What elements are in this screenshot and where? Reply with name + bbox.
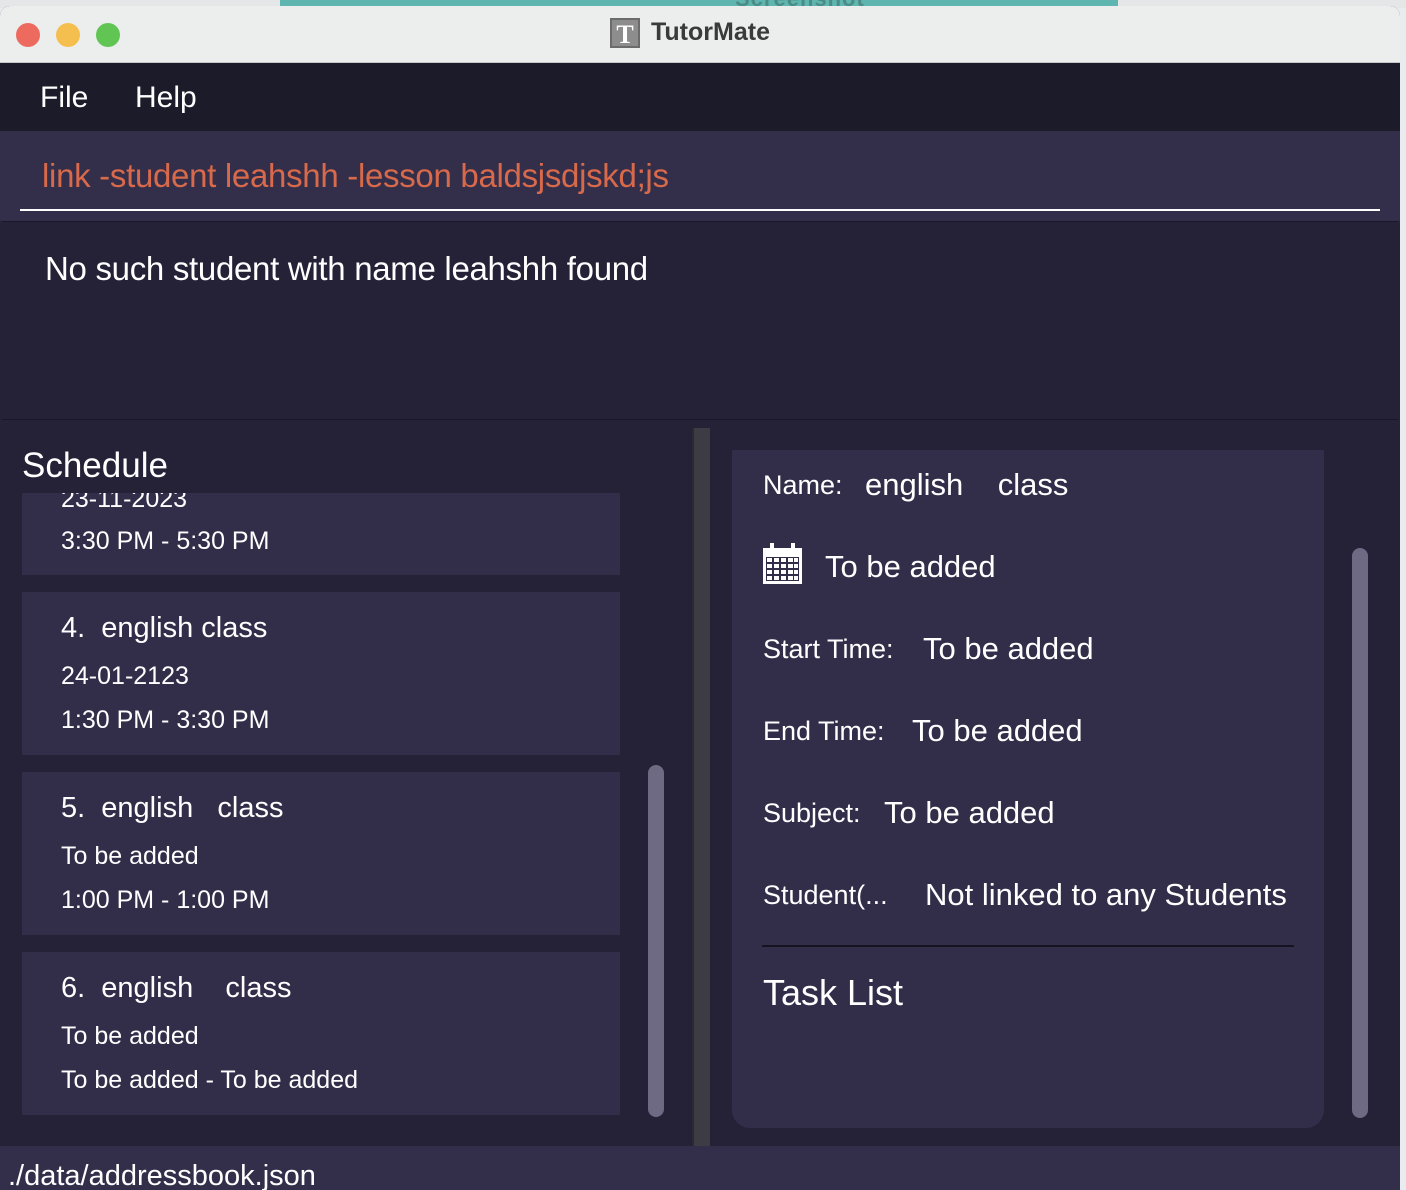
close-window-button[interactable]: [16, 23, 40, 47]
name-label: Name:: [763, 470, 843, 500]
lesson-detail-panel: Name: english class To be added Start Ti…: [732, 450, 1324, 1128]
schedule-card[interactable]: 23-11-2023 3:30 PM - 5:30 PM: [22, 493, 620, 575]
schedule-card-date: 23-11-2023: [61, 493, 188, 513]
end-time-label: End Time:: [763, 716, 885, 746]
menu-file[interactable]: File: [40, 81, 88, 115]
schedule-card-time: 1:00 PM - 1:00 PM: [61, 886, 270, 914]
window-title: TutorMate: [651, 18, 770, 46]
subject-value: To be added: [884, 795, 1055, 830]
schedule-card-time: 3:30 PM - 5:30 PM: [61, 527, 270, 555]
split-pane-divider[interactable]: [692, 428, 710, 1149]
calendar-icon: [762, 543, 803, 590]
students-label: Student(...: [763, 880, 888, 910]
schedule-card[interactable]: 5. english class To be added 1:00 PM - 1…: [22, 772, 620, 935]
date-value: To be added: [825, 549, 996, 584]
title-bar: T TutorMate: [0, 6, 1400, 63]
schedule-card-title: 6. english class: [61, 972, 292, 1004]
schedule-title: Schedule: [22, 446, 168, 485]
command-box[interactable]: link -student leahshh -lesson baldsjsdjs…: [0, 131, 1400, 221]
start-time-value: To be added: [923, 631, 1094, 666]
end-time-value: To be added: [912, 713, 1083, 748]
maximize-window-button[interactable]: [96, 23, 120, 47]
detail-scrollbar[interactable]: [1352, 548, 1368, 1118]
save-file-path: ./data/addressbook.json: [8, 1160, 316, 1190]
command-input-underline: [20, 209, 1380, 211]
schedule-list[interactable]: 23-11-2023 3:30 PM - 5:30 PM 4. english …: [22, 493, 620, 1129]
schedule-card[interactable]: 4. english class 24-01-2123 1:30 PM - 3:…: [22, 592, 620, 755]
schedule-card[interactable]: 6. english class To be added To be added…: [22, 952, 620, 1115]
main-panel: Schedule 23-11-2023 3:30 PM - 5:30 PM 4.…: [0, 420, 1400, 1149]
schedule-card-date: 24-01-2123: [61, 662, 189, 690]
schedule-card-date: To be added: [61, 842, 199, 870]
name-value: english class: [865, 467, 1069, 502]
menu-bar: File Help: [0, 63, 1400, 131]
command-input[interactable]: link -student leahshh -lesson baldsjsdjs…: [42, 157, 669, 195]
menu-help[interactable]: Help: [135, 81, 197, 115]
app-logo-icon: T: [610, 18, 640, 49]
status-bar: ./data/addressbook.json: [0, 1146, 1400, 1190]
schedule-card-date: To be added: [61, 1022, 199, 1050]
result-message: No such student with name leahshh found: [45, 250, 648, 287]
schedule-card-time: 1:30 PM - 3:30 PM: [61, 706, 270, 734]
minimize-window-button[interactable]: [56, 23, 80, 47]
schedule-scrollbar[interactable]: [648, 765, 664, 1117]
app-window: T TutorMate File Help link -student leah…: [0, 6, 1400, 1190]
start-time-label: Start Time:: [763, 634, 894, 664]
schedule-card-title: 5. english class: [61, 792, 284, 824]
result-display: No such student with name leahshh found: [2, 221, 1398, 420]
subject-label: Subject:: [763, 798, 861, 828]
schedule-card-title: 4. english class: [61, 612, 268, 644]
task-list-title: Task List: [763, 972, 904, 1013]
students-value: Not linked to any Students: [925, 877, 1287, 912]
schedule-card-time: To be added - To be added: [61, 1066, 359, 1094]
detail-separator: [762, 945, 1294, 947]
